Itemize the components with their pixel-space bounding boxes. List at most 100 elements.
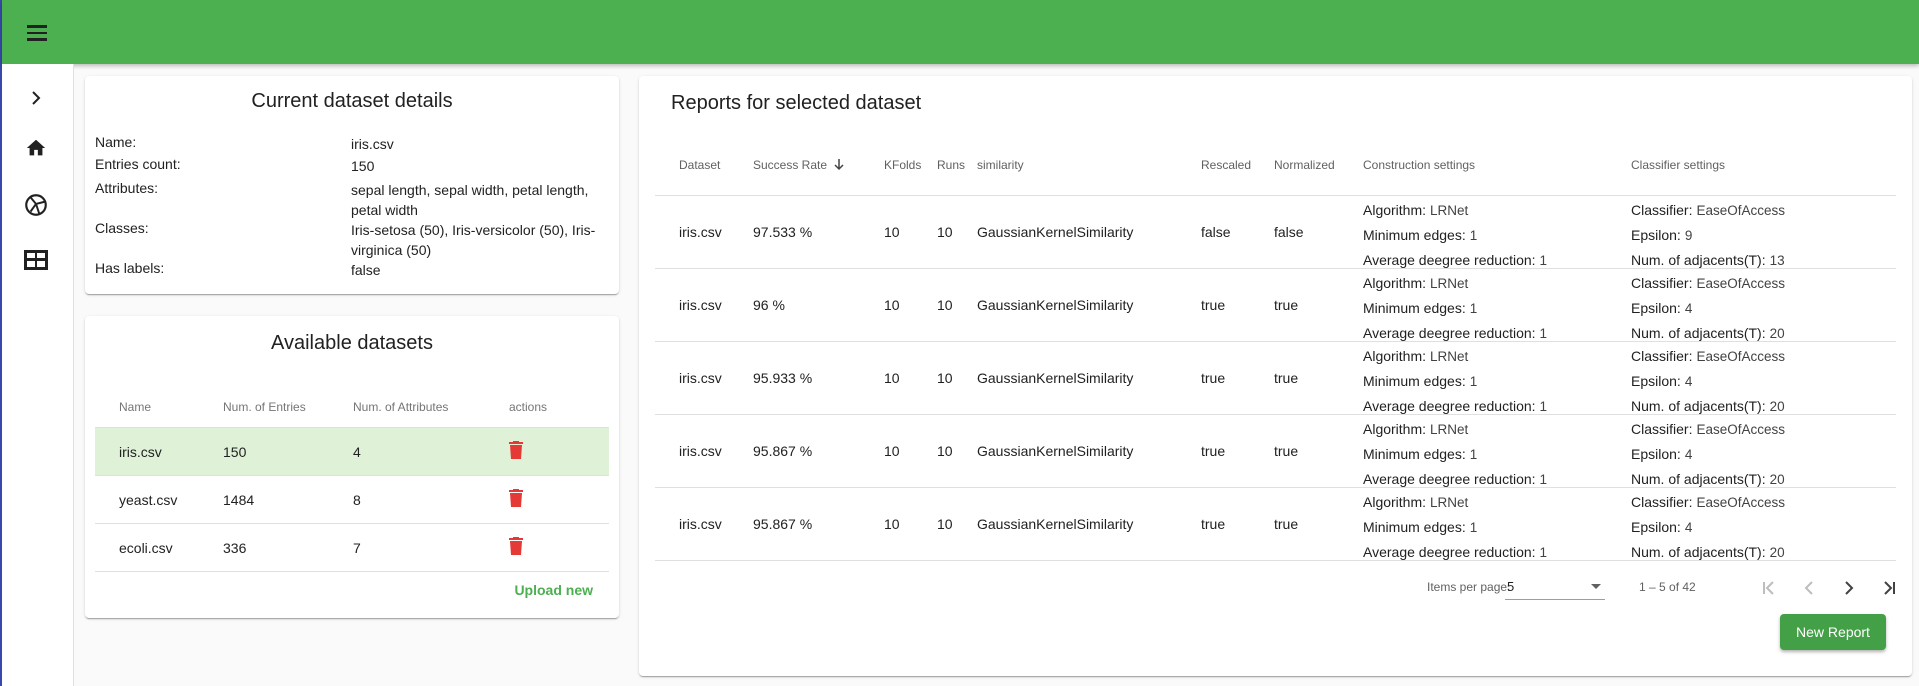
report-success-rate: 96 % xyxy=(753,297,785,313)
new-report-button[interactable]: New Report xyxy=(1780,614,1886,650)
previous-page-icon[interactable] xyxy=(1795,574,1823,602)
setting-algorithm: Algorithm: LRNet xyxy=(1363,348,1469,364)
detail-label: Attributes: xyxy=(95,180,159,196)
report-kfolds: 10 xyxy=(884,516,900,532)
table-row[interactable]: iris.csv 97.533 % 10 10 GaussianKernelSimila… xyxy=(655,196,1896,269)
detail-label: Has labels: xyxy=(95,260,165,276)
classifier-settings: Classifier: EaseOfAccess Epsilon: 4 Num. of … xyxy=(1631,490,1785,565)
details-title: Current dataset details xyxy=(251,90,453,112)
reports-title: Reports for selected dataset xyxy=(671,92,922,114)
table-row[interactable]: iris.csv 96 % 10 10 GaussianKernelSimilarity… xyxy=(655,269,1896,342)
setting-algorithm: Algorithm: LRNet xyxy=(1363,202,1469,218)
setting-classifier: Classifier: EaseOfAccess xyxy=(1631,275,1786,291)
detail-value: false xyxy=(351,262,381,278)
header-similarity[interactable]: similarity xyxy=(977,158,1024,172)
setting-min-edges: Minimum edges: 1 xyxy=(1363,300,1478,316)
table-row[interactable]: ecoli.csv 336 7 xyxy=(95,524,609,572)
dataset-attributes: 7 xyxy=(353,539,361,556)
home-icon[interactable] xyxy=(20,132,52,164)
report-similarity: GaussianKernelSimilarity xyxy=(977,297,1134,313)
menu-icon[interactable] xyxy=(24,20,54,46)
report-runs: 10 xyxy=(937,297,953,313)
table-row[interactable]: iris.csv 95.867 % 10 10 GaussianKernelSimila… xyxy=(655,415,1896,488)
detail-row-name: Name: iris.csv xyxy=(95,134,609,154)
table-row[interactable]: iris.csv 95.933 % 10 10 GaussianKernelSimila… xyxy=(655,342,1896,415)
header-classifier: Classifier settings xyxy=(1631,158,1726,172)
setting-classifier: Classifier: EaseOfAccess xyxy=(1631,202,1786,218)
header-success-rate[interactable]: Success Rate xyxy=(753,158,844,172)
report-dataset: iris.csv xyxy=(679,370,722,386)
construction-settings: Algorithm: LRNet Minimum edges: 1 Average de… xyxy=(1363,198,1547,273)
report-runs: 10 xyxy=(937,224,953,240)
report-rescaled: true xyxy=(1201,443,1226,459)
dataset-attributes: 4 xyxy=(353,443,361,460)
next-page-icon[interactable] xyxy=(1835,574,1863,602)
page-size-select[interactable]: 5 xyxy=(1505,574,1605,600)
table-row[interactable]: yeast.csv 1484 8 xyxy=(95,476,609,524)
setting-classifier: Classifier: EaseOfAccess xyxy=(1631,348,1786,364)
detail-label: Classes: xyxy=(95,220,149,236)
first-page-icon[interactable] xyxy=(1755,574,1783,602)
table-icon[interactable] xyxy=(20,244,52,276)
table-header: Name Num. of Entries Num. of Attributes … xyxy=(95,386,609,428)
report-similarity: GaussianKernelSimilarity xyxy=(977,224,1134,240)
report-rescaled: true xyxy=(1201,370,1226,386)
upload-new-button[interactable]: Upload new xyxy=(514,582,593,598)
detail-value: sepal length, sepal width, petal length,… xyxy=(351,182,589,218)
setting-epsilon: Epsilon: 4 xyxy=(1631,300,1693,316)
dataset-entries: 150 xyxy=(223,443,247,460)
header-runs[interactable]: Runs xyxy=(937,158,965,172)
dataset-entries: 1484 xyxy=(223,491,255,508)
report-kfolds: 10 xyxy=(884,370,900,386)
last-page-icon[interactable] xyxy=(1875,574,1903,602)
globe-icon[interactable] xyxy=(20,189,52,221)
report-rescaled: false xyxy=(1201,224,1231,240)
detail-value: iris.csv xyxy=(351,136,394,152)
report-normalized: true xyxy=(1274,443,1299,459)
construction-settings: Algorithm: LRNet Minimum edges: 1 Average de… xyxy=(1363,271,1547,346)
chevron-down-icon xyxy=(1591,584,1601,589)
delete-icon[interactable] xyxy=(509,489,523,510)
report-normalized: true xyxy=(1274,516,1299,532)
report-success-rate: 95.867 % xyxy=(753,443,813,459)
delete-icon[interactable] xyxy=(509,537,523,558)
delete-icon[interactable] xyxy=(509,441,523,462)
setting-epsilon: Epsilon: 9 xyxy=(1631,227,1693,243)
setting-min-edges: Minimum edges: 1 xyxy=(1363,519,1478,535)
detail-row-entries: Entries count: 150 xyxy=(95,156,609,176)
setting-algorithm: Algorithm: LRNet xyxy=(1363,421,1469,437)
table-row[interactable]: iris.csv 95.867 % 10 10 GaussianKernelSimila… xyxy=(655,488,1896,561)
table-header: Dataset Success Rate KFolds Runs similar… xyxy=(655,134,1896,196)
header-dataset[interactable]: Dataset xyxy=(679,158,720,172)
header-normalized[interactable]: Normalized xyxy=(1274,158,1335,172)
dataset-name: iris.csv xyxy=(119,443,162,460)
dataset-name: ecoli.csv xyxy=(119,539,173,556)
header-kfolds[interactable]: KFolds xyxy=(884,158,921,172)
detail-label: Entries count: xyxy=(95,156,181,172)
items-per-page-label: Items per page: xyxy=(1427,580,1511,594)
classifier-settings: Classifier: EaseOfAccess Epsilon: 4 Num. of … xyxy=(1631,344,1785,419)
report-dataset: iris.csv xyxy=(679,297,722,313)
header-rescaled[interactable]: Rescaled xyxy=(1201,158,1251,172)
report-success-rate: 97.533 % xyxy=(753,224,813,240)
report-dataset: iris.csv xyxy=(679,516,722,532)
construction-settings: Algorithm: LRNet Minimum edges: 1 Average de… xyxy=(1363,417,1547,492)
setting-min-edges: Minimum edges: 1 xyxy=(1363,373,1478,389)
report-dataset: iris.csv xyxy=(679,224,722,240)
setting-min-edges: Minimum edges: 1 xyxy=(1363,446,1478,462)
dataset-details-card: Current dataset details Name: iris.csv E… xyxy=(85,76,619,294)
table-row[interactable]: iris.csv 150 4 xyxy=(95,428,609,476)
setting-classifier: Classifier: EaseOfAccess xyxy=(1631,421,1786,437)
report-kfolds: 10 xyxy=(884,443,900,459)
setting-adjacents: Num. of adjacents(T): 20 xyxy=(1631,544,1785,560)
header-name: Name xyxy=(119,399,152,414)
dataset-attributes: 8 xyxy=(353,491,361,508)
paginator: Items per page: 5 1 – 5 of 42 xyxy=(655,568,1896,608)
datasets-table: Name Num. of Entries Num. of Attributes … xyxy=(95,386,609,572)
chevron-right-icon[interactable] xyxy=(20,82,52,114)
report-rescaled: true xyxy=(1201,516,1226,532)
detail-value: Iris-setosa (50), Iris-versicolor (50), … xyxy=(351,222,596,258)
setting-algorithm: Algorithm: LRNet xyxy=(1363,275,1469,291)
report-similarity: GaussianKernelSimilarity xyxy=(977,516,1134,532)
report-rows: iris.csv 97.533 % 10 10 GaussianKernelSimila… xyxy=(655,196,1896,561)
